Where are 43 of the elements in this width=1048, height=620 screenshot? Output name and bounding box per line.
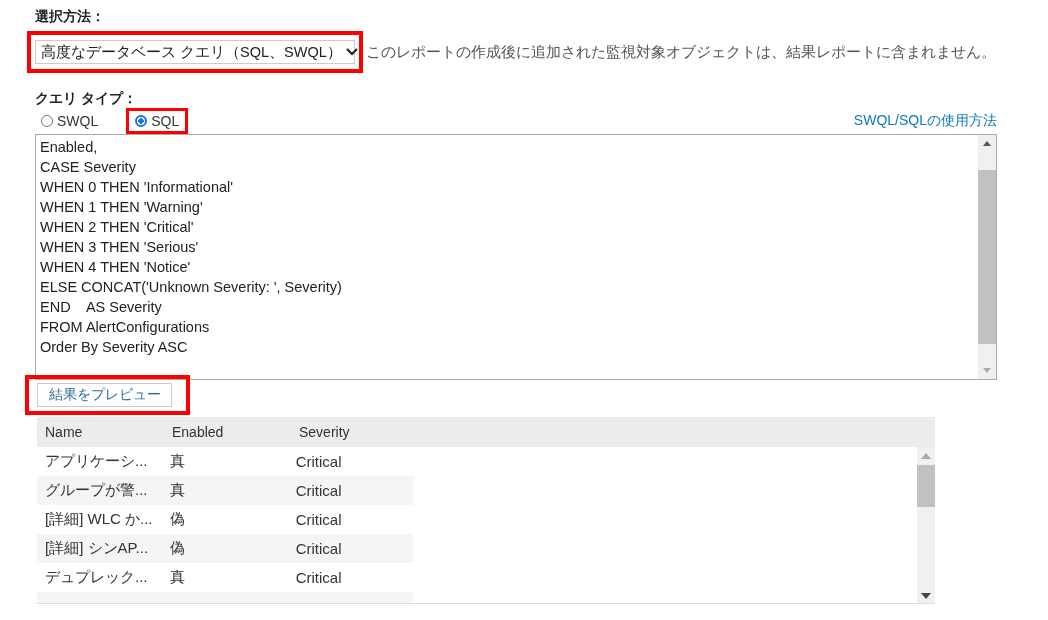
table-cell-text: Critical: [294, 540, 343, 557]
table-cell-text: アプリケーシ...: [44, 452, 149, 471]
code-line: WHEN 1 THEN 'Warning': [40, 198, 204, 217]
table-cell-text: [詳細] シンAP...: [44, 539, 150, 558]
method-dropdown[interactable]: 高度なデータベース クエリ（SQL、SWQL）: [35, 40, 355, 64]
radio-option[interactable]: SQL: [135, 113, 180, 129]
scrollbar[interactable]: [917, 447, 935, 603]
code-line: CASE Severity: [40, 158, 137, 177]
help-link[interactable]: SWQL/SQLの使用方法: [853, 112, 997, 130]
code-line: WHEN 3 THEN 'Serious': [40, 238, 200, 257]
column-header: Severity: [298, 424, 351, 440]
query-editor[interactable]: [35, 134, 997, 380]
preview-button[interactable]: 結果をプレビュー: [37, 383, 172, 407]
table-cell-text: Critical: [294, 453, 343, 470]
table-cell-text: Critical: [294, 511, 343, 528]
note-text: このレポートの作成後に追加された監視対象オブジェクトは、結果レポートに含まれません。: [366, 42, 996, 62]
table-cell-text: 偽: [169, 539, 187, 558]
table-cell-text: 真: [169, 481, 187, 500]
table-cell-text: 真: [169, 452, 187, 471]
code-line: WHEN 0 THEN 'Informational': [40, 178, 235, 197]
code-line: FROM AlertConfigurations: [40, 318, 211, 337]
code-line: Enabled,: [40, 138, 99, 157]
code-line: WHEN 2 THEN 'Critical': [40, 218, 195, 237]
scroll-down-icon[interactable]: [921, 593, 931, 599]
table-cell-text: 真: [169, 568, 187, 587]
code-line: END AS Severity: [40, 298, 163, 317]
field-label: 選択方法：: [35, 8, 106, 26]
scrollbar[interactable]: [978, 135, 996, 379]
code-line: ELSE CONCAT('Unknown Severity: ', Severity): [40, 278, 343, 297]
scroll-up-icon[interactable]: [983, 141, 991, 146]
column-header: Enabled: [171, 424, 225, 440]
table-cell-text: [詳細] WLC か...: [44, 510, 154, 529]
table-cell-text: グループが警...: [44, 481, 149, 500]
code-line: Order By Severity ASC: [40, 338, 189, 357]
chevron-down-icon: [345, 48, 358, 56]
field-label: クエリ タイプ：: [35, 90, 138, 108]
table-cell-text: 偽: [169, 510, 187, 529]
table-cell-text: デュプレック...: [44, 568, 149, 587]
radio-option[interactable]: SWQL: [41, 113, 99, 129]
table-cell-text: Critical: [294, 569, 343, 586]
column-header: Name: [44, 424, 84, 440]
table-cell-text: Critical: [294, 482, 343, 499]
code-line: WHEN 4 THEN 'Notice': [40, 258, 192, 277]
